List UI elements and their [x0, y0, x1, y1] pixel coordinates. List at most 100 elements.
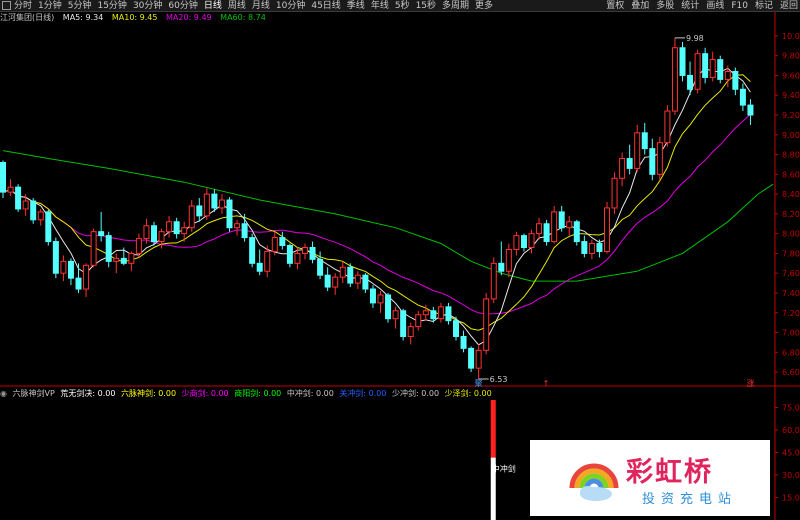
candle-body — [513, 235, 520, 250]
candle — [218, 194, 225, 214]
y-tick-label: 8.20 — [782, 210, 800, 219]
candle-body — [271, 237, 278, 252]
signal-label: 聚 — [475, 379, 483, 388]
candle-body — [520, 235, 527, 248]
candle-body — [309, 246, 316, 260]
candle-body — [354, 274, 361, 284]
candle-body — [671, 47, 678, 112]
high-marker-label: 9.98 — [686, 34, 704, 43]
candle — [505, 243, 512, 278]
candle-body — [437, 306, 444, 320]
candle — [528, 229, 535, 254]
sub-y-tick-label: 60.00 — [782, 426, 800, 435]
candle — [543, 219, 550, 246]
candle-body — [400, 310, 407, 337]
candle-body — [294, 252, 301, 264]
candle-body — [22, 200, 29, 210]
candle — [98, 211, 105, 242]
y-tick-label: 6.80 — [782, 348, 800, 357]
ma10-line — [2, 74, 751, 331]
candle — [60, 255, 67, 282]
candle — [90, 228, 97, 268]
candle — [226, 197, 233, 232]
sub-y-tick-label: 30.00 — [782, 471, 800, 480]
candle-body — [430, 310, 437, 320]
y-tick-label: 7.60 — [782, 269, 800, 278]
candle-body — [249, 237, 256, 264]
candle — [188, 200, 195, 232]
candle-body — [687, 74, 694, 90]
candle-body — [151, 225, 157, 243]
candle-body — [543, 223, 550, 243]
candle-body — [528, 233, 535, 248]
candle — [362, 273, 369, 293]
candle — [717, 55, 724, 84]
candle — [566, 215, 573, 236]
signal-label: 涨 — [746, 378, 754, 388]
candle — [483, 292, 490, 355]
candle-body — [203, 193, 210, 217]
y-tick-label: 9.80 — [782, 52, 800, 61]
candle — [671, 37, 678, 115]
candle-body — [483, 298, 490, 351]
candle-body — [113, 257, 120, 262]
candle-body — [747, 104, 754, 116]
candle-body — [30, 200, 37, 221]
candle — [0, 160, 6, 199]
candle — [437, 302, 444, 323]
candle-body — [619, 158, 626, 179]
y-tick-label: 6.60 — [782, 368, 800, 377]
candle — [536, 217, 543, 240]
candle — [37, 208, 44, 226]
candle — [400, 308, 407, 341]
candle — [83, 263, 90, 297]
candle — [656, 136, 663, 181]
ma5-line — [2, 67, 751, 346]
y-tick-label: 8.40 — [782, 190, 800, 199]
candle-body — [558, 211, 565, 229]
sub-y-tick-label: 75.00 — [782, 404, 800, 413]
candle-body — [15, 186, 22, 210]
y-tick-label: 9.20 — [782, 111, 800, 120]
candle — [128, 251, 135, 272]
signal-bar-label: 中冲剑 — [492, 464, 516, 474]
sub-y-tick-label: 15.00 — [782, 494, 800, 503]
candle — [392, 306, 399, 329]
signal-bar-top — [490, 400, 496, 458]
candle — [271, 231, 278, 256]
candle — [475, 344, 482, 380]
candle — [498, 241, 505, 276]
candle-body — [339, 266, 346, 278]
y-tick-label: 8.80 — [782, 151, 800, 160]
candle-body — [573, 221, 580, 243]
candle-body — [324, 274, 331, 288]
candle — [369, 285, 376, 308]
candle — [619, 152, 626, 187]
candle — [67, 258, 74, 286]
candle — [339, 261, 346, 284]
candle-body — [717, 59, 724, 80]
candle-body — [445, 306, 452, 322]
y-tick-label: 10.00 — [782, 32, 800, 41]
candle — [286, 243, 293, 268]
candle — [324, 267, 331, 292]
candle — [302, 243, 308, 260]
candle-body — [724, 70, 731, 80]
y-tick-label: 9.00 — [782, 131, 800, 140]
candle-body — [732, 70, 739, 90]
candle — [611, 172, 618, 214]
candle-body — [407, 326, 414, 337]
candle — [45, 209, 52, 246]
candle — [30, 198, 37, 224]
candle-body — [551, 211, 558, 243]
candle — [203, 188, 210, 220]
candle-body — [166, 221, 173, 233]
y-tick-label: 7.00 — [782, 329, 800, 338]
candle — [709, 51, 716, 82]
candle-body — [536, 223, 543, 235]
candle-body — [460, 335, 467, 349]
y-tick-label: 9.60 — [782, 71, 800, 80]
candle-body — [234, 223, 241, 229]
candle — [513, 231, 520, 256]
candle — [354, 271, 361, 290]
